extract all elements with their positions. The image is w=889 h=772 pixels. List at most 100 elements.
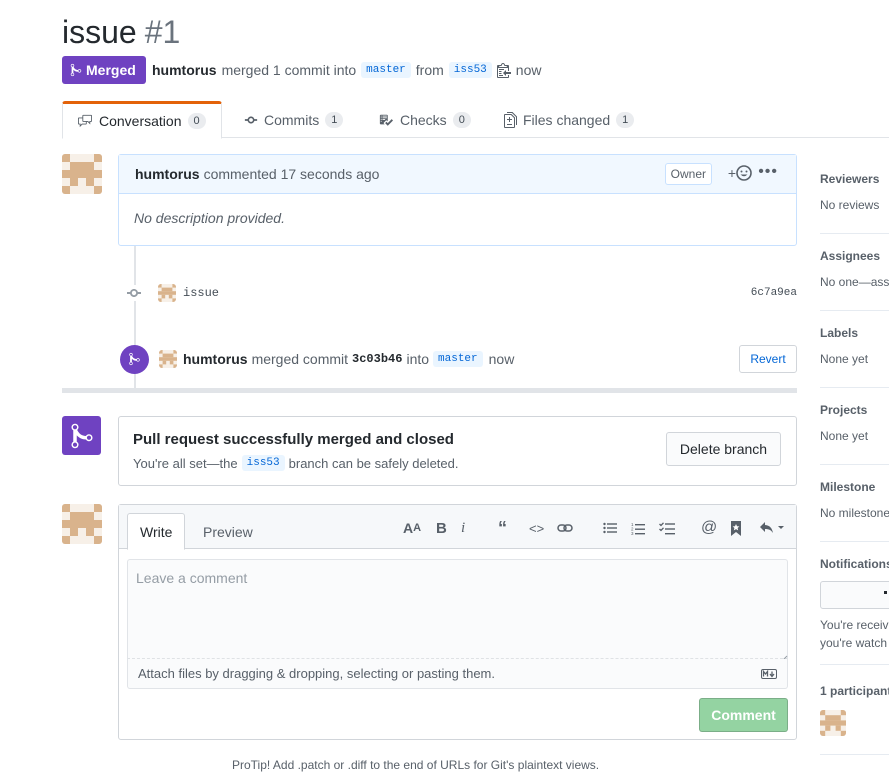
tab-label: Conversation — [99, 113, 182, 129]
editor-header: Write Preview AA B i “ <> 123 @ — [119, 505, 796, 550]
sidebar-milestone[interactable]: Milestone No milestone — [820, 480, 889, 542]
commit-avatar[interactable] — [158, 284, 176, 302]
head-ref[interactable]: iss53 — [448, 62, 492, 78]
merge-status-desc: You're all set—the iss53 branch can be s… — [133, 455, 458, 471]
tab-conversation[interactable]: Conversation 0 — [62, 101, 222, 139]
pr-title-text: issue — [62, 14, 137, 50]
notification-subscribe-button[interactable] — [820, 581, 889, 609]
tab-checks[interactable]: Checks 0 — [364, 101, 485, 138]
ordered-list-glyph: 123 — [631, 522, 645, 535]
notification-reason-line1: You're receivi — [820, 618, 889, 632]
from-text: from — [415, 62, 444, 78]
bookmark-icon[interactable] — [730, 519, 742, 537]
svg-text:3: 3 — [631, 531, 634, 535]
file-attach-bar[interactable]: Attach files by dragging & dropping, sel… — [127, 659, 788, 689]
merge-status-box: Pull request successfully merged and clo… — [118, 416, 797, 486]
current-user-avatar[interactable] — [62, 504, 102, 544]
list-glyph — [603, 522, 617, 534]
revert-button[interactable]: Revert — [739, 345, 797, 373]
merge-desc-before: You're all set—the — [133, 455, 238, 471]
identicon — [820, 710, 846, 736]
sidebar-participants: 1 participant — [820, 684, 889, 755]
pr-meta: humtorus merged 1 commit into master fro… — [152, 58, 541, 82]
sidebar-reviewers[interactable]: Reviewers No reviews — [820, 172, 889, 234]
sidebar-heading: Milestone — [820, 480, 876, 494]
kebab-menu-icon[interactable]: ••• — [758, 163, 778, 181]
comment-action[interactable]: commented 17 seconds ago — [204, 166, 380, 182]
link-icon[interactable] — [557, 519, 573, 537]
merge-commit-sha[interactable]: 3c03b46 — [352, 352, 402, 366]
unordered-list-icon[interactable] — [603, 519, 617, 537]
bell-icon — [884, 591, 887, 594]
merge-status-title: Pull request successfully merged and clo… — [133, 431, 454, 448]
tab-files-changed[interactable]: Files changed 1 — [490, 101, 648, 138]
merge-author[interactable]: humtorus — [183, 351, 248, 367]
sidebar-heading: Projects — [820, 403, 868, 417]
avatar[interactable] — [62, 154, 102, 194]
base-ref[interactable]: master — [361, 62, 411, 78]
attach-files-text: Attach files by dragging & dropping, sel… — [138, 666, 495, 681]
sidebar-labels[interactable]: Labels None yet — [820, 326, 889, 388]
reply-icon[interactable] — [759, 519, 785, 537]
file-diff-icon — [504, 111, 517, 128]
task-list-glyph — [659, 521, 675, 534]
tab-label: Commits — [264, 111, 320, 128]
smiley-icon — [736, 165, 752, 181]
timeline-divider — [62, 388, 797, 393]
comment-author[interactable]: humtorus — [135, 166, 200, 182]
sidebar-value: None yet — [820, 429, 869, 443]
merge-target-ref[interactable]: master — [433, 351, 483, 367]
quote-icon[interactable]: “ — [498, 518, 507, 538]
add-reaction-button[interactable]: + — [728, 165, 752, 181]
git-commit-icon — [126, 285, 142, 301]
merge-event: humtorus merged commit 3c03b46 into mast… — [120, 344, 797, 374]
delete-branch-button[interactable]: Delete branch — [666, 432, 781, 466]
sidebar-assignees[interactable]: Assignees No one—ass — [820, 249, 889, 311]
sidebar-projects[interactable]: Projects None yet — [820, 403, 889, 465]
notification-reason-line2: you're watch — [820, 636, 887, 650]
git-merge-icon — [70, 63, 82, 77]
commit-sha-link[interactable]: 6c7a9ea — [751, 287, 797, 299]
tab-counter: 1 — [325, 111, 344, 128]
sidebar-heading: Labels — [820, 326, 859, 340]
reply-glyph — [760, 522, 784, 533]
git-commit-icon — [244, 116, 258, 123]
ordered-list-icon[interactable]: 123 — [631, 519, 645, 537]
new-comment-form: Write Preview AA B i “ <> 123 @ Leave a … — [118, 504, 797, 740]
commit-message-link[interactable]: issue — [183, 286, 219, 300]
merge-desc-branch[interactable]: iss53 — [241, 455, 285, 471]
tab-commits[interactable]: Commits 1 — [230, 101, 357, 138]
tab-label: Files changed — [523, 111, 611, 128]
sidebar-value: No reviews — [820, 198, 880, 212]
mention-icon[interactable]: @ — [701, 519, 717, 537]
comment-submit-button[interactable]: Comment — [699, 698, 788, 732]
merge-event-time[interactable]: now — [489, 351, 515, 367]
pr-description-comment: humtorus commented 17 seconds ago Owner … — [118, 154, 797, 246]
merge-avatar[interactable] — [159, 350, 177, 368]
owner-label: Owner — [664, 163, 712, 185]
pr-title: issue #1 — [62, 12, 180, 52]
sidebar-value: None yet — [820, 352, 869, 366]
resize-handle[interactable] — [780, 650, 788, 663]
sidebar-heading: Notifications — [820, 557, 889, 571]
link-glyph — [557, 524, 573, 532]
task-list-icon[interactable] — [659, 519, 675, 537]
author-link[interactable]: humtorus — [152, 62, 217, 78]
comment-textarea[interactable]: Leave a comment — [127, 559, 788, 659]
merge-badge — [120, 344, 149, 374]
text-size-icon[interactable]: AA — [403, 519, 421, 537]
state-label: Merged — [86, 62, 136, 78]
sidebar-heading: Assignees — [820, 249, 881, 263]
write-tab[interactable]: Write — [127, 513, 186, 550]
italic-icon[interactable]: i — [461, 519, 465, 537]
comment-body: No description provided. — [134, 210, 285, 226]
code-icon[interactable]: <> — [529, 519, 544, 537]
preview-tab[interactable]: Preview — [191, 513, 265, 550]
markdown-icon[interactable] — [761, 668, 777, 679]
sidebar-value: No milestone — [820, 506, 889, 520]
participant-avatar[interactable] — [820, 710, 846, 736]
clipboard-icon[interactable] — [496, 62, 511, 78]
checklist-icon — [379, 114, 393, 126]
bold-icon[interactable]: B — [436, 519, 447, 537]
notification-reason: You're receivi you're watch — [820, 616, 889, 652]
